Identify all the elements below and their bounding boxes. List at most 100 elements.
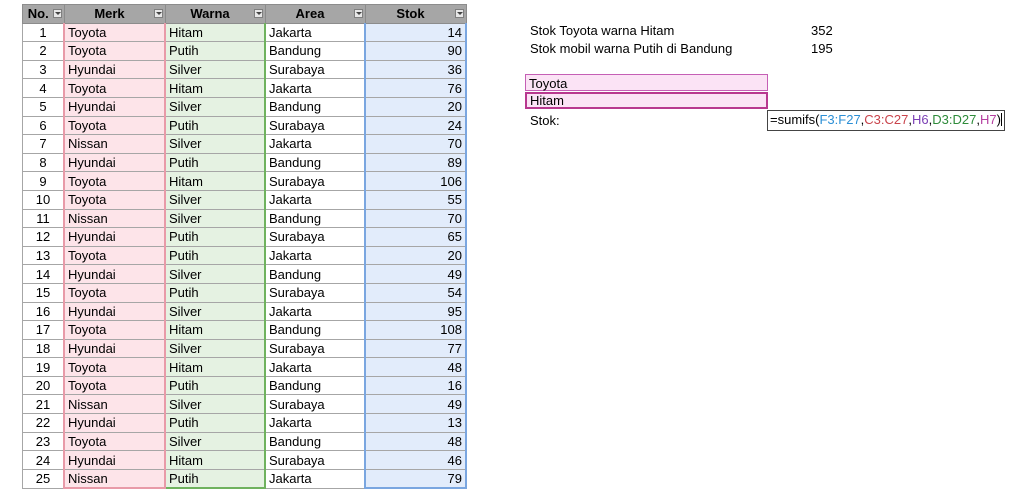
warna-cell[interactable]: Putih — [164, 245, 266, 266]
area-cell[interactable]: Jakarta — [264, 357, 366, 377]
stok-cell[interactable]: 14 — [364, 22, 467, 43]
area-cell[interactable]: Jakarta — [264, 413, 366, 433]
warna-cell[interactable]: Silver — [164, 96, 266, 117]
warna-cell[interactable]: Hitam — [164, 357, 266, 377]
row-no-cell[interactable]: 8 — [22, 152, 65, 173]
stok-cell[interactable]: 76 — [364, 78, 467, 98]
warna-cell[interactable]: Silver — [164, 338, 266, 359]
row-no-cell[interactable]: 4 — [22, 78, 65, 98]
merk-cell[interactable]: Toyota — [63, 189, 166, 210]
stok-cell[interactable]: 24 — [364, 115, 467, 136]
stok-cell[interactable]: 70 — [364, 134, 467, 154]
row-no-cell[interactable]: 21 — [22, 394, 65, 415]
warna-cell[interactable]: Putih — [164, 227, 266, 247]
row-no-cell[interactable]: 3 — [22, 59, 65, 80]
row-no-cell[interactable]: 18 — [22, 338, 65, 359]
area-cell[interactable]: Surabaya — [264, 450, 366, 470]
area-cell[interactable]: Surabaya — [264, 115, 366, 136]
area-cell[interactable]: Jakarta — [264, 189, 366, 210]
warna-cell[interactable]: Putih — [164, 413, 266, 433]
row-no-cell[interactable]: 22 — [22, 413, 65, 433]
area-cell[interactable]: Bandung — [264, 264, 366, 284]
merk-cell[interactable]: Hyundai — [63, 338, 166, 359]
merk-cell[interactable]: Toyota — [63, 22, 166, 43]
summary-row-toyota-hitam[interactable]: Stok Toyota warna Hitam 352 — [530, 22, 850, 40]
stok-cell[interactable]: 108 — [364, 320, 467, 340]
area-cell[interactable]: Surabaya — [264, 59, 366, 80]
area-cell[interactable]: Bandung — [264, 96, 366, 117]
warna-cell[interactable]: Putih — [164, 41, 266, 61]
merk-cell[interactable]: Toyota — [63, 171, 166, 191]
area-cell[interactable]: Bandung — [264, 41, 366, 61]
area-cell[interactable]: Bandung — [264, 208, 366, 229]
merk-cell[interactable]: Nissan — [63, 134, 166, 154]
filter-dropdown-icon[interactable] — [454, 9, 464, 18]
header-area[interactable]: Area — [264, 4, 366, 24]
warna-cell[interactable]: Putih — [164, 375, 266, 396]
warna-cell[interactable]: Silver — [164, 264, 266, 284]
merk-cell[interactable]: Hyundai — [63, 301, 166, 322]
stok-cell[interactable]: 13 — [364, 413, 467, 433]
stok-cell[interactable]: 20 — [364, 96, 467, 117]
row-no-cell[interactable]: 10 — [22, 189, 65, 210]
summary-row-putih-bandung[interactable]: Stok mobil warna Putih di Bandung 195 — [530, 40, 850, 58]
stok-cell[interactable]: 36 — [364, 59, 467, 80]
formula-edit-cell[interactable]: =sumifs(F3:F27,C3:C27,H6,D3:D27,H7) — [767, 110, 1005, 131]
merk-cell[interactable]: Hyundai — [63, 96, 166, 117]
warna-cell[interactable]: Putih — [164, 152, 266, 173]
row-no-cell[interactable]: 13 — [22, 245, 65, 266]
merk-cell[interactable]: Hyundai — [63, 59, 166, 80]
row-no-cell[interactable]: 24 — [22, 450, 65, 470]
merk-cell[interactable]: Hyundai — [63, 152, 166, 173]
row-no-cell[interactable]: 20 — [22, 375, 65, 396]
row-no-cell[interactable]: 7 — [22, 134, 65, 154]
merk-cell[interactable]: Nissan — [63, 208, 166, 229]
stok-cell[interactable]: 49 — [364, 394, 467, 415]
row-no-cell[interactable]: 25 — [22, 468, 65, 489]
warna-cell[interactable]: Silver — [164, 394, 266, 415]
stok-cell[interactable]: 106 — [364, 171, 467, 191]
area-cell[interactable]: Jakarta — [264, 245, 366, 266]
merk-cell[interactable]: Nissan — [63, 394, 166, 415]
header-no[interactable]: No. — [22, 4, 65, 24]
stok-cell[interactable]: 79 — [364, 468, 467, 490]
merk-cell[interactable]: Toyota — [63, 282, 166, 303]
stok-cell[interactable]: 48 — [364, 357, 467, 377]
row-no-cell[interactable]: 14 — [22, 264, 65, 284]
filter-dropdown-icon[interactable] — [52, 9, 62, 18]
stok-cell[interactable]: 70 — [364, 208, 467, 229]
warna-cell[interactable]: Silver — [164, 189, 266, 210]
warna-cell[interactable]: Hitam — [164, 320, 266, 340]
stok-cell[interactable]: 55 — [364, 189, 467, 210]
area-cell[interactable]: Bandung — [264, 320, 366, 340]
merk-cell[interactable]: Toyota — [63, 375, 166, 396]
area-cell[interactable]: Surabaya — [264, 282, 366, 303]
area-cell[interactable]: Bandung — [264, 152, 366, 173]
merk-cell[interactable]: Toyota — [63, 357, 166, 377]
warna-cell[interactable]: Putih — [164, 468, 266, 490]
merk-cell[interactable]: Toyota — [63, 245, 166, 266]
row-no-cell[interactable]: 9 — [22, 171, 65, 191]
warna-cell[interactable]: Hitam — [164, 450, 266, 470]
stok-cell[interactable]: 89 — [364, 152, 467, 173]
merk-cell[interactable]: Toyota — [63, 78, 166, 98]
warna-cell[interactable]: Silver — [164, 301, 266, 322]
warna-cell[interactable]: Hitam — [164, 171, 266, 191]
row-no-cell[interactable]: 16 — [22, 301, 65, 322]
row-no-cell[interactable]: 1 — [22, 22, 65, 43]
merk-cell[interactable]: Toyota — [63, 320, 166, 340]
merk-cell[interactable]: Hyundai — [63, 450, 166, 470]
row-no-cell[interactable]: 5 — [22, 96, 65, 117]
area-cell[interactable]: Jakarta — [264, 134, 366, 154]
merk-cell[interactable]: Toyota — [63, 431, 166, 452]
header-stok[interactable]: Stok — [364, 4, 467, 24]
merk-cell[interactable]: Toyota — [63, 41, 166, 61]
row-no-cell[interactable]: 23 — [22, 431, 65, 452]
stok-cell[interactable]: 46 — [364, 450, 467, 470]
area-cell[interactable]: Surabaya — [264, 338, 366, 359]
filter-dropdown-icon[interactable] — [153, 9, 163, 18]
row-no-cell[interactable]: 11 — [22, 208, 65, 229]
warna-cell[interactable]: Silver — [164, 208, 266, 229]
stok-cell[interactable]: 20 — [364, 245, 467, 266]
area-cell[interactable]: Jakarta — [264, 468, 366, 489]
